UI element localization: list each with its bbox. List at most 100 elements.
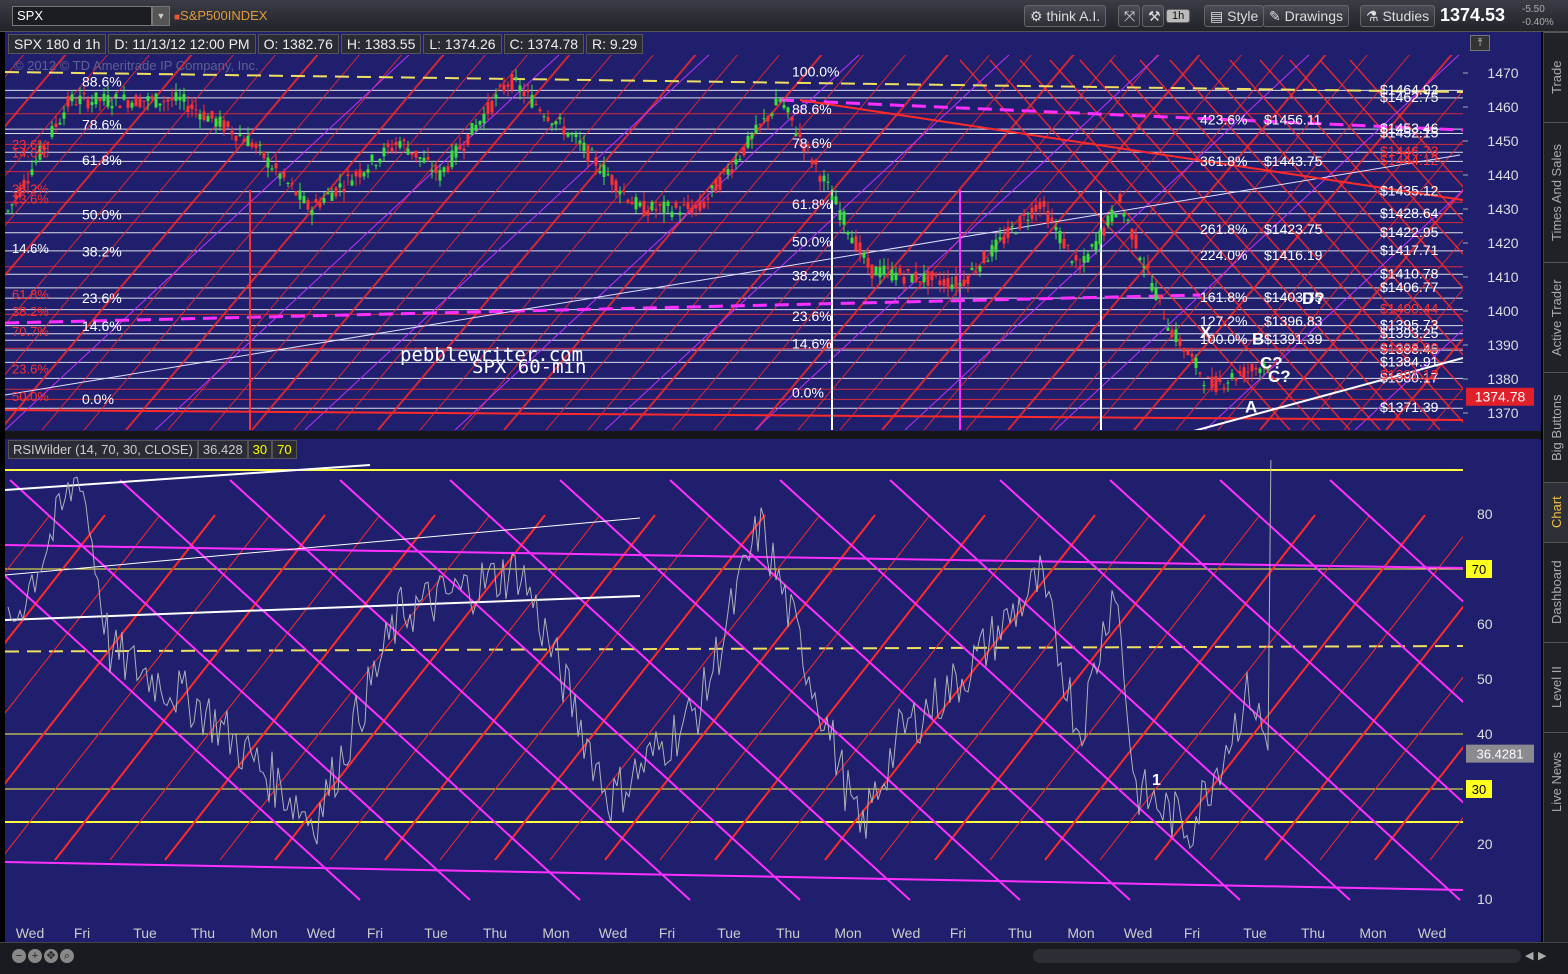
candle-body — [554, 121, 558, 125]
candle-body — [518, 85, 522, 92]
candle-body — [986, 260, 990, 262]
candle-body — [998, 237, 1002, 240]
candle-body — [1134, 234, 1138, 249]
candle-body — [250, 142, 254, 148]
candle-body — [58, 122, 62, 125]
candle-body — [742, 147, 746, 156]
price-axis-label: 1450 — [1487, 133, 1518, 149]
candle-body — [170, 97, 174, 101]
candle-body — [106, 95, 110, 107]
candle-body — [454, 145, 458, 158]
candle-body — [430, 170, 434, 172]
candle-body — [382, 147, 386, 157]
copyright-notice: © 2012 © TD Ameritrade IP Company, Inc. — [14, 58, 259, 73]
candle-body — [910, 274, 914, 283]
sidebar-tab-level-ii[interactable]: Level II — [1544, 642, 1568, 732]
candle-body — [290, 183, 294, 185]
candle-body — [466, 134, 470, 146]
candle-body — [738, 158, 742, 160]
sidebar-tab-live-news[interactable]: Live News — [1544, 732, 1568, 832]
red-channel-line — [587, 55, 906, 430]
time-axis-label: Mon — [1067, 925, 1094, 941]
harmonic-pattern-label: D? — [1302, 289, 1325, 308]
time-scrollbar[interactable] — [1033, 949, 1521, 963]
maximize-panel-icon[interactable]: ⤒ — [1470, 35, 1490, 51]
candle-body — [254, 143, 258, 148]
candle-body — [446, 166, 450, 172]
price-axis-label: 1440 — [1487, 167, 1518, 183]
candle-body — [670, 211, 674, 218]
time-axis-label: Wed — [1124, 925, 1153, 941]
price-axis-label: 1400 — [1487, 303, 1518, 319]
bar-high: H: 1383.55 — [340, 34, 422, 54]
candle-body — [1174, 329, 1178, 342]
candle-body — [754, 124, 758, 134]
candle-body — [690, 207, 694, 215]
candle-body — [898, 268, 902, 276]
candle-body — [1102, 227, 1106, 236]
scroll-left-icon[interactable]: ◀ — [1525, 949, 1533, 962]
candle-body — [578, 140, 582, 144]
candle-body — [486, 102, 490, 114]
candle-body — [878, 267, 882, 278]
candle-body — [210, 111, 214, 119]
time-axis-label: Tue — [1243, 925, 1267, 941]
zoom-in-icon[interactable]: + — [28, 949, 42, 963]
candle-body — [82, 92, 86, 95]
sidebar-tab-chart[interactable]: Chart — [1544, 482, 1568, 542]
candle-body — [302, 196, 306, 204]
rsi-axis-label: 40 — [1477, 726, 1493, 742]
candle-body — [1074, 255, 1078, 261]
candle-body — [526, 90, 530, 92]
candle-body — [1002, 236, 1006, 244]
candle-body — [698, 201, 702, 211]
price-axis-label: 1410 — [1487, 269, 1518, 285]
magnifier-icon[interactable]: ⌕ — [60, 949, 74, 963]
sidebar-tab-big-buttons[interactable]: Big Buttons — [1544, 372, 1568, 482]
candle-body — [366, 169, 370, 173]
candle-body — [1106, 215, 1110, 226]
candle-body — [950, 284, 954, 289]
fib-label-left: 78.6% — [82, 117, 122, 133]
candle-body — [462, 148, 466, 151]
candle-body — [1230, 373, 1234, 379]
pan-icon[interactable]: ✥ — [44, 949, 58, 963]
candle-body — [118, 105, 122, 109]
candle-body — [498, 85, 502, 87]
candle-body — [590, 149, 594, 151]
candle-body — [958, 283, 962, 286]
candle-body — [638, 202, 642, 207]
candle-body — [414, 150, 418, 158]
candle-body — [230, 130, 234, 135]
candle-body — [1110, 209, 1114, 222]
candle-body — [1226, 382, 1230, 384]
price-chart-canvas[interactable]: 88.6% 78.6% 61.8% 50.0% 38.2% 23.6% 14.6% 0.0% 2… — [0, 0, 1568, 974]
candle-body — [654, 208, 658, 211]
sidebar-tab-times-and-sales[interactable]: Times And Sales — [1544, 122, 1568, 262]
zoom-out-icon[interactable]: − — [12, 949, 26, 963]
candle-body — [442, 167, 446, 173]
candle-body — [818, 176, 822, 182]
candle-body — [322, 198, 326, 203]
candle-body — [50, 126, 54, 137]
candle-body — [70, 94, 74, 102]
candle-body — [1202, 385, 1206, 387]
fib-extension-value: $1456.11 — [1264, 111, 1322, 127]
rsi-red-channel — [109, 514, 381, 861]
candle-body — [338, 183, 342, 188]
candle-body — [926, 271, 930, 286]
fib-label-left: 50.0% — [82, 206, 122, 222]
candle-body — [786, 107, 790, 113]
candle-body — [294, 191, 298, 196]
scroll-right-icon[interactable]: ▶ — [1538, 949, 1546, 962]
candle-body — [410, 152, 414, 155]
sidebar-tab-dashboard[interactable]: Dashboard — [1544, 542, 1568, 642]
sidebar-tab-active-trader[interactable]: Active Trader — [1544, 262, 1568, 372]
candle-body — [842, 211, 846, 225]
candle-body — [750, 134, 754, 139]
rsi-study-name[interactable]: RSIWilder (14, 70, 30, CLOSE) — [8, 440, 198, 459]
chart-title[interactable]: SPX 180 d 1h — [8, 34, 107, 54]
candle-body — [78, 95, 82, 105]
sidebar-tab-trade[interactable]: Trade — [1544, 32, 1568, 122]
red-level-label: $1381.12 — [1380, 366, 1439, 382]
